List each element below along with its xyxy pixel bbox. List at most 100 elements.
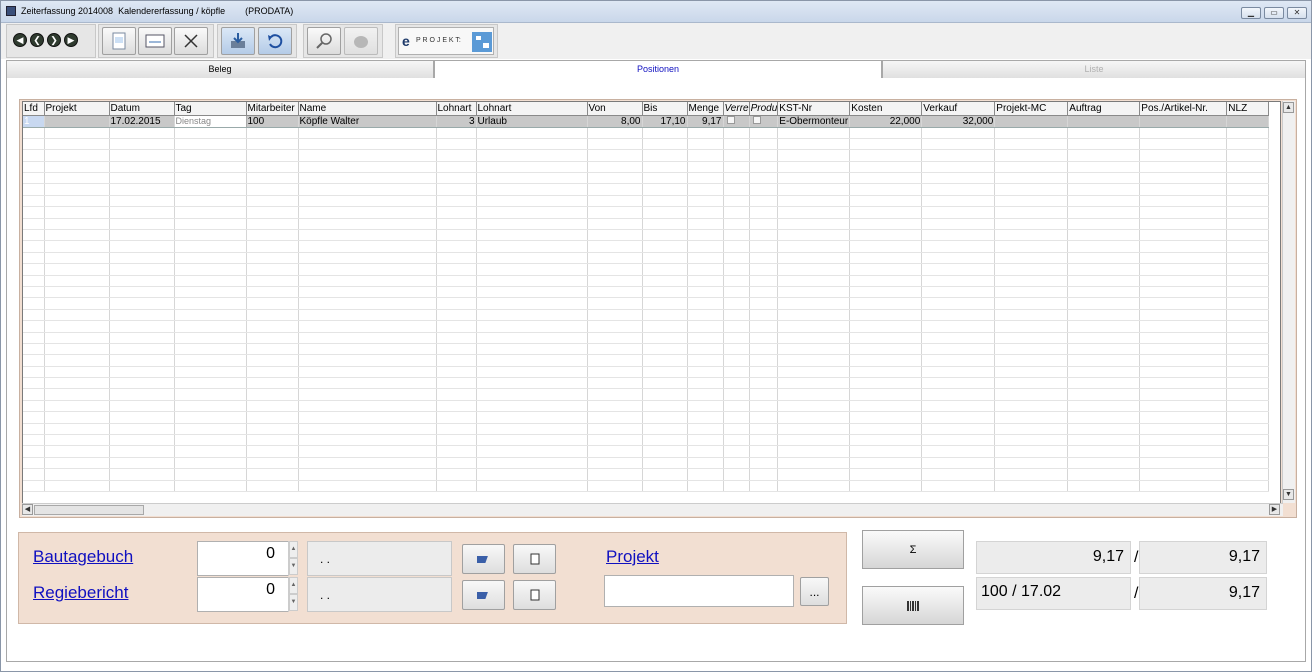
table-cell[interactable] xyxy=(23,286,45,299)
table-cell[interactable] xyxy=(436,127,477,139)
table-cell[interactable] xyxy=(1139,423,1228,436)
table-cell[interactable] xyxy=(246,445,299,458)
column-header[interactable]: Lfd xyxy=(23,102,45,116)
table-cell[interactable] xyxy=(587,400,643,413)
table-cell[interactable] xyxy=(109,297,175,310)
table-cell[interactable] xyxy=(849,161,923,174)
table-cell[interactable] xyxy=(687,252,724,265)
table-cell[interactable] xyxy=(687,297,724,310)
table-cell[interactable] xyxy=(436,149,477,162)
table-cell[interactable] xyxy=(587,138,643,151)
table-cell[interactable] xyxy=(749,377,779,390)
table-cell[interactable] xyxy=(749,252,779,265)
table-cell[interactable] xyxy=(994,229,1069,242)
table-cell[interactable] xyxy=(687,388,724,401)
table-cell[interactable] xyxy=(777,388,851,401)
table-cell[interactable] xyxy=(109,457,175,470)
table-cell[interactable] xyxy=(687,377,724,390)
table-cell[interactable] xyxy=(642,297,688,310)
table-cell[interactable] xyxy=(109,480,175,493)
table-cell[interactable] xyxy=(436,229,477,242)
table-cell[interactable] xyxy=(749,468,779,481)
table-cell[interactable] xyxy=(298,388,437,401)
empty-row[interactable] xyxy=(23,309,1270,322)
new-document-button[interactable] xyxy=(102,27,136,55)
table-cell[interactable] xyxy=(687,275,724,287)
column-header[interactable]: KST-Nr xyxy=(777,102,851,116)
table-cell[interactable] xyxy=(44,286,110,299)
empty-row[interactable] xyxy=(23,275,1270,287)
table-cell[interactable] xyxy=(174,468,247,481)
table-cell[interactable] xyxy=(921,127,996,139)
table-cell[interactable] xyxy=(23,229,45,242)
table-cell[interactable] xyxy=(23,297,45,310)
table-cell[interactable] xyxy=(687,138,724,151)
empty-row[interactable] xyxy=(23,218,1270,231)
column-header[interactable]: Verkauf xyxy=(921,102,996,116)
table-cell[interactable] xyxy=(642,172,688,185)
table-cell[interactable] xyxy=(587,445,643,458)
table-cell[interactable] xyxy=(994,138,1069,151)
table-cell[interactable]: Köpfle Walter xyxy=(298,115,437,128)
table-cell[interactable] xyxy=(749,434,779,447)
table-cell[interactable]: 100 xyxy=(246,115,299,128)
table-cell[interactable] xyxy=(1067,411,1141,424)
table-cell[interactable] xyxy=(1067,195,1141,208)
table-cell[interactable] xyxy=(23,309,45,322)
table-cell[interactable] xyxy=(921,138,996,151)
table-cell[interactable] xyxy=(723,286,750,299)
empty-row[interactable] xyxy=(23,377,1270,390)
regiebericht-spinner[interactable]: ▲ ▼ xyxy=(288,577,298,612)
table-cell[interactable] xyxy=(849,457,923,470)
table-cell[interactable] xyxy=(44,138,110,151)
table-cell[interactable] xyxy=(436,480,477,493)
table-cell[interactable] xyxy=(587,183,643,196)
table-cell[interactable] xyxy=(1226,366,1270,379)
table-cell[interactable] xyxy=(1139,218,1228,231)
table-cell[interactable] xyxy=(777,434,851,447)
table-cell[interactable] xyxy=(1067,457,1141,470)
spin-up-icon[interactable]: ▲ xyxy=(289,541,298,558)
table-cell[interactable] xyxy=(994,332,1069,344)
table-cell[interactable] xyxy=(23,343,45,356)
table-cell[interactable] xyxy=(298,206,437,219)
table-cell[interactable] xyxy=(994,343,1069,356)
table-cell[interactable] xyxy=(687,468,724,481)
table-cell[interactable] xyxy=(749,263,779,276)
table-cell[interactable] xyxy=(849,434,923,447)
spin-down-icon[interactable]: ▼ xyxy=(289,558,298,575)
table-cell[interactable] xyxy=(921,252,996,265)
table-cell[interactable] xyxy=(1226,149,1270,162)
table-cell[interactable] xyxy=(921,434,996,447)
table-cell[interactable] xyxy=(921,343,996,356)
table-cell[interactable] xyxy=(436,275,477,287)
table-cell[interactable] xyxy=(921,320,996,333)
table-cell[interactable] xyxy=(723,366,750,379)
table-cell[interactable] xyxy=(476,138,588,151)
empty-row[interactable] xyxy=(23,229,1270,242)
table-cell[interactable] xyxy=(174,172,247,185)
table-cell[interactable] xyxy=(1226,138,1270,151)
table-cell[interactable] xyxy=(476,480,588,493)
table-cell[interactable] xyxy=(44,434,110,447)
table-cell[interactable] xyxy=(994,161,1069,174)
table-cell[interactable] xyxy=(687,127,724,139)
table-cell[interactable] xyxy=(921,263,996,276)
table-cell[interactable] xyxy=(476,468,588,481)
table-cell[interactable] xyxy=(174,366,247,379)
table-cell[interactable] xyxy=(174,183,247,196)
table-cell[interactable] xyxy=(44,377,110,390)
empty-row[interactable] xyxy=(23,354,1270,367)
table-cell[interactable] xyxy=(749,138,779,151)
table-cell[interactable] xyxy=(476,411,588,424)
table-cell[interactable] xyxy=(1226,275,1270,287)
table-cell[interactable]: E-Obermonteur xyxy=(777,115,851,128)
table-cell[interactable] xyxy=(109,366,175,379)
table-cell[interactable] xyxy=(587,457,643,470)
positions-grid[interactable]: Lfd Projekt Datum Tag Mitarbeiter Name Lohnart… xyxy=(22,101,1281,516)
table-cell[interactable] xyxy=(298,252,437,265)
column-header[interactable]: Verre xyxy=(723,102,750,116)
table-cell[interactable] xyxy=(298,229,437,242)
table-cell[interactable] xyxy=(642,320,688,333)
table-cell[interactable] xyxy=(921,457,996,470)
